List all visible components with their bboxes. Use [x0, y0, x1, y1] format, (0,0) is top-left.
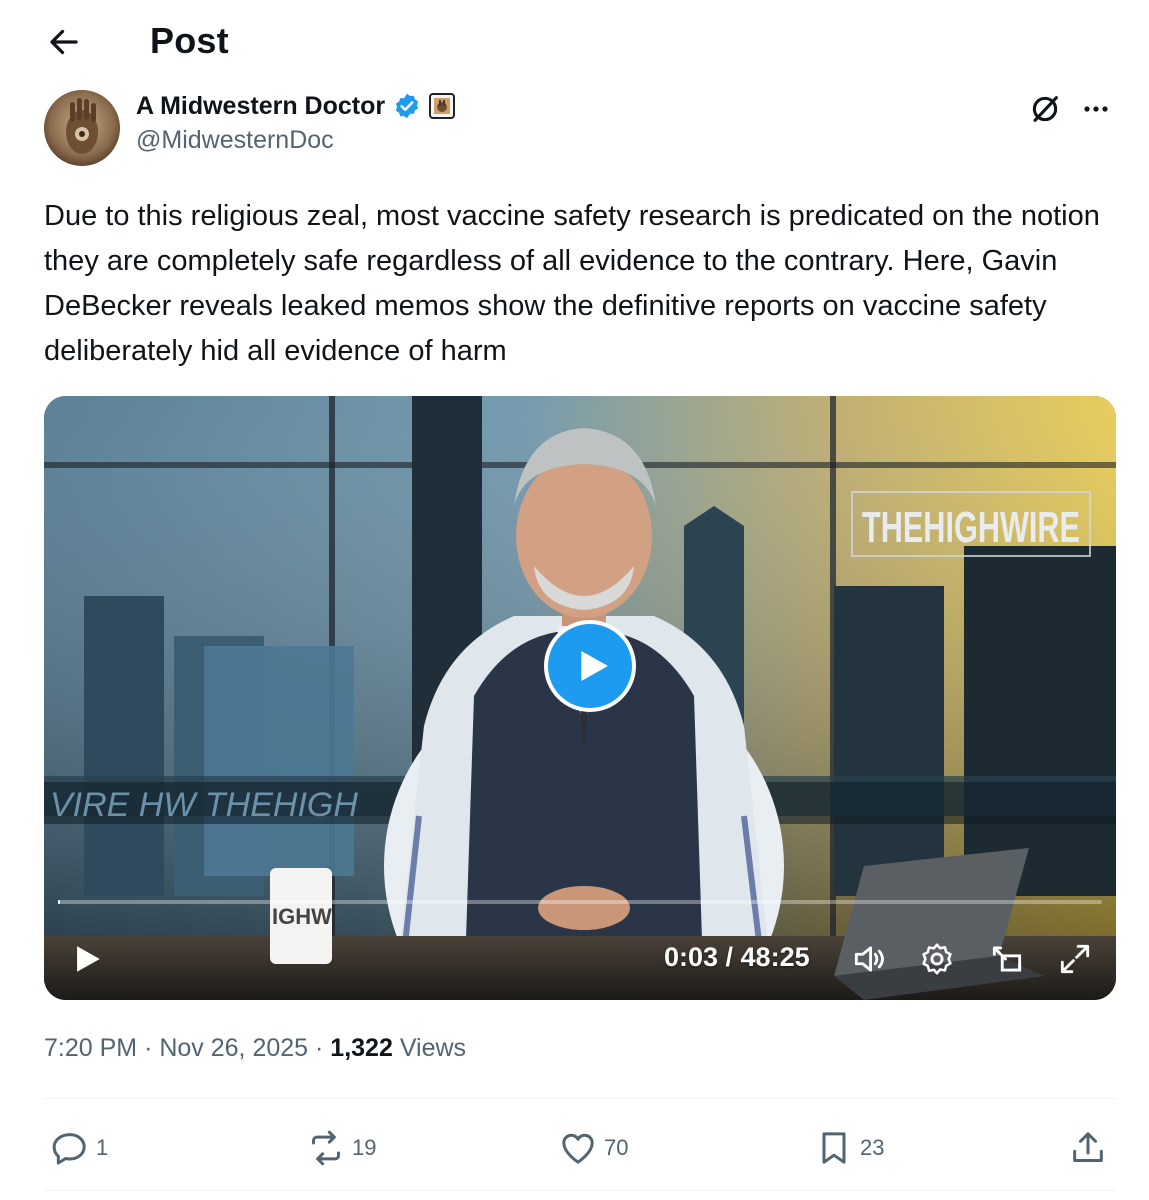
heart-icon: [562, 1133, 594, 1164]
share-icon: [1073, 1132, 1103, 1162]
banner-text: VIRE HW THEHIGH: [50, 786, 358, 824]
video-time: 0:03 / 48:25: [664, 942, 810, 972]
settings-icon: [922, 943, 952, 975]
bookmark-count: 23: [860, 1135, 885, 1160]
video-progress-fill: [58, 900, 61, 904]
grok-svg: [1032, 96, 1058, 122]
avatar[interactable]: [44, 90, 120, 166]
meta-separator: ·: [144, 1034, 153, 1062]
post-date[interactable]: Nov 26, 2025: [159, 1034, 308, 1062]
post-meta: 7:20 PM · Nov 26, 2025 · 1,322 Views: [44, 1034, 466, 1063]
share-button[interactable]: [1068, 1120, 1108, 1176]
like-button[interactable]: 70: [558, 1120, 628, 1176]
post-author: A Midwestern Doctor @MidwesternDoc: [44, 88, 1114, 168]
repost-button[interactable]: 19: [306, 1120, 376, 1176]
affiliation-badge-svg: [434, 98, 451, 114]
page-header: Post: [0, 0, 1149, 80]
grok-icon[interactable]: [1028, 92, 1062, 126]
verified-badge-icon[interactable]: [393, 92, 421, 120]
verified-badge-svg: [396, 93, 419, 119]
views-count: 1,322: [330, 1034, 393, 1062]
pip-icon: [992, 946, 1022, 972]
video-player[interactable]: VIRE HW THEHIGH THEHIGHWIRE IGHW 0:03 / …: [44, 396, 1116, 1000]
name-row: A Midwestern Doctor: [136, 88, 456, 124]
volume-button[interactable]: [850, 940, 888, 978]
affiliation-badge-icon[interactable]: [429, 93, 456, 119]
reply-icon: [52, 1133, 86, 1165]
play-icon: [77, 946, 100, 972]
play-icon: [581, 651, 608, 681]
back-button[interactable]: [46, 24, 82, 60]
post-text: Due to this religious zeal, most vaccine…: [44, 200, 1100, 367]
reply-button[interactable]: 1: [50, 1120, 108, 1176]
display-name[interactable]: A Midwestern Doctor: [136, 92, 385, 121]
mug-text: IGHW: [272, 904, 332, 929]
more-icon[interactable]: [1078, 94, 1114, 124]
post-actions: 1 19 70 23: [44, 1120, 1116, 1176]
meta-separator: ·: [315, 1034, 324, 1062]
brand-overlay: THEHIGHWIRE: [862, 503, 1080, 552]
play-button[interactable]: [70, 942, 104, 976]
avatar-image: [44, 90, 120, 166]
more-svg: [1084, 106, 1108, 112]
video-progress-bar[interactable]: [58, 900, 1102, 904]
page-title: Post: [150, 20, 229, 61]
views-label: Views: [399, 1034, 467, 1062]
reply-count: 1: [96, 1135, 109, 1160]
bookmark-button[interactable]: 23: [814, 1120, 884, 1176]
bookmark-icon: [822, 1132, 846, 1164]
play-video-button[interactable]: [544, 620, 636, 712]
arrow-left-icon: [50, 29, 78, 55]
pip-button[interactable]: [988, 940, 1026, 978]
like-count: 70: [604, 1135, 629, 1160]
volume-icon: [854, 946, 884, 972]
post-time[interactable]: 7:20 PM: [44, 1034, 137, 1062]
user-handle[interactable]: @MidwesternDoc: [136, 126, 334, 155]
repost-count: 19: [352, 1135, 377, 1160]
fullscreen-icon: [1060, 944, 1090, 974]
fullscreen-button[interactable]: [1056, 940, 1094, 978]
repost-icon: [312, 1130, 340, 1166]
divider: [44, 1098, 1116, 1099]
settings-button[interactable]: [918, 940, 956, 978]
divider: [44, 1190, 1116, 1191]
